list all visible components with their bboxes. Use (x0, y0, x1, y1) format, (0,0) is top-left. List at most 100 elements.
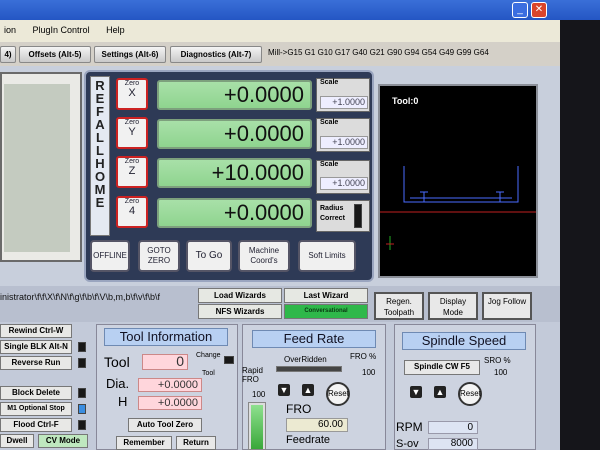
fro-percent-label: FRO % (350, 352, 377, 361)
minimize-icon[interactable]: _ (512, 2, 528, 18)
spindle-speed-title: Spindle Speed (402, 332, 526, 350)
zero-z-axis: Z (128, 165, 136, 177)
tool-label: Tool (104, 354, 130, 370)
display-mode-button[interactable]: Display Mode (428, 292, 478, 320)
h-label: H (118, 394, 128, 409)
last-wizard-button[interactable]: Last Wizard (284, 288, 368, 303)
jog-follow-button[interactable]: Jog Follow (482, 292, 532, 320)
file-path-text: inistrator\f\f\X\f\N\f\g\f\b\f\V\b,m,b\f… (0, 292, 161, 302)
zero-y-axis: Y (128, 126, 136, 138)
ref-all-home-button[interactable]: REF ALL HOME (90, 76, 110, 236)
ref-all-home-label: REF ALL HOME (94, 78, 106, 210)
auto-tool-zero-button[interactable]: Auto Tool Zero (128, 418, 202, 432)
load-wizards-button[interactable]: Load Wizards (198, 288, 282, 303)
monitor-bezel (560, 20, 600, 450)
optional-stop-button[interactable]: M1 Optional Stop (0, 402, 72, 416)
dia-label: Dia. (106, 376, 130, 391)
modal-gcode-line: Mill->G15 G1 G10 G17 G40 G21 G90 G94 G54… (268, 48, 489, 57)
goto-zero-button[interactable]: GOTO ZERO (138, 240, 180, 272)
zero-4-prefix: Zero (124, 198, 140, 205)
scale-x-value[interactable]: +1.0000 (320, 96, 368, 109)
fro-value-field[interactable]: 60.00 (286, 418, 348, 432)
offline-button[interactable]: OFFLINE (90, 240, 130, 272)
scale-y-value[interactable]: +1.0000 (320, 136, 368, 149)
reverse-run-led (78, 358, 86, 368)
zero-x-button[interactable]: Zero X (116, 78, 148, 110)
zero-z-prefix: Zero (124, 158, 140, 165)
rewind-button[interactable]: Rewind Ctrl-W (0, 324, 72, 338)
change-tool-led (224, 356, 234, 364)
overridden-led (276, 366, 342, 372)
remember-button[interactable]: Remember (116, 436, 172, 450)
change-tool-label: Change (196, 352, 221, 359)
menu-item-plugin-control[interactable]: PlugIn Control (33, 25, 90, 35)
zero-4-button[interactable]: Zero 4 (116, 196, 148, 228)
close-icon[interactable]: ✕ (531, 2, 547, 18)
feedrate-label: Feedrate (286, 434, 331, 446)
zero-y-button[interactable]: Zero Y (116, 117, 148, 149)
spindle-cw-button[interactable]: Spindle CW F5 (404, 360, 480, 375)
to-go-button[interactable]: To Go (186, 240, 232, 272)
conversational-button[interactable]: Conversational (284, 304, 368, 319)
spindle-up-icon[interactable]: ▲ (434, 386, 446, 398)
dro-x[interactable]: +0.0000 (157, 80, 312, 110)
soft-limits-button[interactable]: Soft Limits (298, 240, 356, 272)
sov-value-field[interactable]: 8000 (428, 438, 478, 450)
rpm-label: RPM (396, 420, 423, 434)
machine-coords-button[interactable]: Machine Coord's (238, 240, 290, 272)
tab-settings[interactable]: Settings (Alt-6) (94, 46, 166, 63)
tab-partial[interactable]: 4) (0, 46, 16, 63)
zero-y-prefix: Zero (124, 119, 140, 126)
dro-z[interactable]: +10.0000 (157, 158, 312, 188)
menu-item-help[interactable]: Help (106, 25, 125, 35)
reverse-run-button[interactable]: Reverse Run (0, 356, 72, 370)
dro-y[interactable]: +0.0000 (157, 119, 312, 149)
tool-info-title: Tool Information (104, 328, 228, 346)
zero-z-button[interactable]: Zero Z (116, 156, 148, 188)
sro-percent-value: 100 (494, 368, 508, 377)
feed-up-icon[interactable]: ▲ (302, 384, 314, 396)
feed-rate-title: Feed Rate (252, 330, 376, 348)
tool-number-field[interactable]: 0 (142, 354, 188, 370)
dia-field[interactable]: +0.0000 (138, 378, 202, 392)
return-button[interactable]: Return (176, 436, 216, 450)
file-panel-view (4, 84, 70, 252)
tab-offsets[interactable]: Offsets (Alt-5) (19, 46, 91, 63)
flood-button[interactable]: Flood Ctrl-F (0, 418, 72, 432)
sro-percent-label: SRO % (484, 356, 511, 365)
scale-z-label: Scale (320, 161, 339, 168)
scale-x-label: Scale (320, 79, 339, 86)
toolpath-tool-label: Tool:0 (392, 96, 419, 106)
tab-diagnostics[interactable]: Diagnostics (Alt-7) (170, 46, 262, 63)
toolpath-drawing (380, 166, 536, 250)
block-delete-button[interactable]: Block Delete (0, 386, 72, 400)
overridden-label: OverRidden (284, 355, 327, 364)
zero-4-axis: 4 (128, 205, 136, 217)
rapid-fro-value: 100 (252, 390, 266, 399)
title-bar (0, 0, 600, 20)
block-delete-led (78, 388, 86, 398)
zero-x-prefix: Zero (124, 80, 140, 87)
scale-z-value[interactable]: +1.0000 (320, 177, 368, 190)
rpm-value-field[interactable]: 0 (428, 421, 478, 434)
rapid-fro-slider[interactable] (248, 402, 266, 450)
menu-item-ion[interactable]: ion (4, 25, 16, 35)
spindle-reset-button[interactable]: Reset (458, 382, 482, 406)
optional-stop-led (78, 404, 86, 414)
menu-bar: ion PlugIn Control Help (0, 20, 560, 42)
flood-led (78, 420, 86, 430)
regen-toolpath-button[interactable]: Regen. Toolpath (374, 292, 424, 320)
cv-mode-indicator: CV Mode (38, 434, 88, 448)
feed-reset-button[interactable]: Reset (326, 382, 350, 406)
sov-label: S-ov (396, 438, 419, 450)
fro-label: FRO (286, 402, 312, 416)
nfs-wizards-button[interactable]: NFS Wizards (198, 304, 282, 319)
single-block-button[interactable]: Single BLK Alt-N (0, 340, 72, 354)
fro-percent-value: 100 (362, 368, 376, 377)
dro-4[interactable]: +0.0000 (157, 198, 312, 228)
spindle-down-icon[interactable]: ▼ (410, 386, 422, 398)
toolpath-display[interactable] (378, 84, 538, 278)
h-field[interactable]: +0.0000 (138, 396, 202, 410)
rapid-fro-label: Rapid FRO (242, 366, 263, 384)
feed-down-icon[interactable]: ▼ (278, 384, 290, 396)
